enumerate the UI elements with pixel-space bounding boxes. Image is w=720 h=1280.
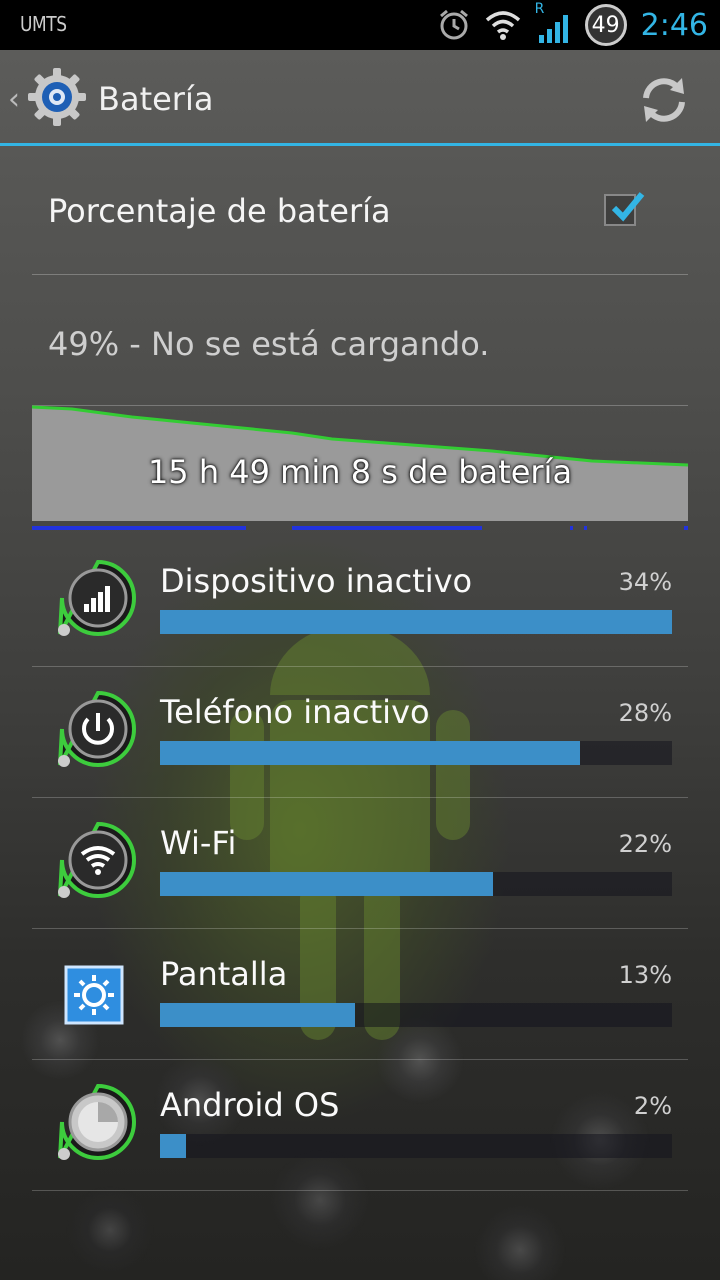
battery-percentage-label: Porcentaje de batería [48,192,391,230]
usage-list: Dispositivo inactivo 34% Teléfono inacti… [32,536,688,1191]
usage-label: Android OS [160,1086,340,1124]
usage-bar-fill [160,872,493,896]
usage-bar-track [160,1134,672,1158]
battery-icon: 49 [584,4,627,46]
screen-brightness-icon [64,965,124,1025]
settings-gear-icon[interactable] [26,66,88,128]
battery-graph-label: 15 h 49 min 8 s de batería [147,453,573,491]
usage-bar-track [160,741,672,765]
usage-percent: 13% [618,961,672,989]
wifi-icon [485,11,520,40]
usage-label: Dispositivo inactivo [160,562,473,600]
clock: 2:46 [640,7,708,43]
usage-bar-track [160,872,672,896]
usage-percent: 34% [618,568,672,596]
usage-percent: 2% [633,1092,672,1120]
android-os-icon [58,1083,136,1160]
usage-bar-fill [160,741,580,765]
checkmark-icon [611,192,645,222]
usage-row-android-os[interactable]: Android OS 2% [32,1060,688,1191]
alarm-icon [439,9,468,40]
usage-percent: 28% [618,699,672,727]
battery-status-row: 49% - No se está cargando. [32,275,688,406]
battery-percentage-pref[interactable]: Porcentaje de batería [32,150,688,275]
usage-bar-fill [160,1134,186,1158]
wifi-icon [58,821,136,898]
cell-standby-icon [58,559,136,636]
phone-idle-power-icon [58,690,136,767]
usage-label: Teléfono inactivo [160,693,430,731]
usage-percent: 22% [618,830,672,858]
signal-icon: R [535,1,571,45]
battery-graph[interactable]: 15 h 49 min 8 s de batería [31,405,689,535]
usage-row-phone-idle[interactable]: Teléfono inactivo 28% [32,667,688,798]
carrier-label: UMTS [20,12,67,36]
usage-row-screen[interactable]: Pantalla 13% [32,929,688,1060]
usage-label: Wi-Fi [160,824,237,862]
usage-bar-track [160,1003,672,1027]
back-caret-icon[interactable]: ‹ [8,82,20,117]
usage-row-wifi[interactable]: Wi-Fi 22% [32,798,688,929]
usage-row-device-idle[interactable]: Dispositivo inactivo 34% [32,536,688,667]
usage-label: Pantalla [160,955,288,993]
action-bar-divider [0,143,720,146]
usage-bar-fill [160,1003,355,1027]
page-title: Batería [98,80,214,118]
usage-bar-fill [160,610,672,634]
battery-percentage-checkbox[interactable] [604,192,645,226]
usage-bar-track [160,610,672,634]
battery-status-text: 49% - No se está cargando. [48,325,490,363]
status-bar: UMTS R 49 2:46 [0,0,720,50]
refresh-icon[interactable] [636,72,692,128]
